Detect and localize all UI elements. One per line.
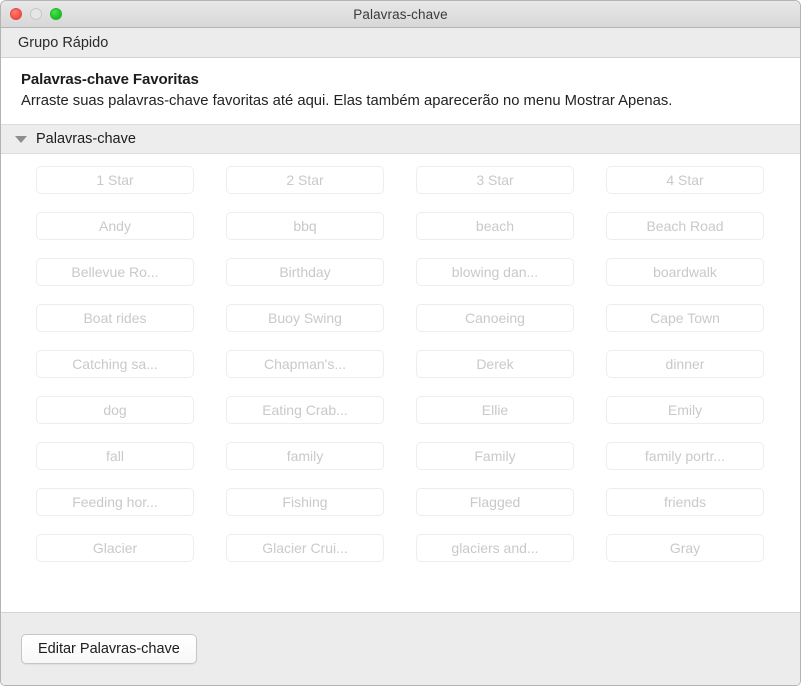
keyword-chip[interactable]: bbq [226,212,384,240]
keyword-chip[interactable]: family [226,442,384,470]
keyword-chip[interactable]: Canoeing [416,304,574,332]
close-button-icon[interactable] [10,8,22,20]
favorites-description: Arraste suas palavras-chave favoritas at… [21,93,673,109]
keyword-chip[interactable]: 2 Star [226,166,384,194]
quick-group-label[interactable]: Grupo Rápido [18,35,108,51]
keyword-chip[interactable]: Glacier [36,534,194,562]
keyword-chip[interactable]: Andy [36,212,194,240]
keyword-chip[interactable]: Cape Town [606,304,764,332]
keyword-chip[interactable]: Feeding hor... [36,488,194,516]
quick-group-toolbar: Grupo Rápido [1,28,800,58]
keywords-section-header[interactable]: Palavras-chave [1,124,800,154]
zoom-button-icon[interactable] [50,8,62,20]
keyword-chip[interactable]: Boat rides [36,304,194,332]
window-title: Palavras-chave [353,6,448,22]
keyword-chip[interactable]: Derek [416,350,574,378]
keyword-chip[interactable]: 3 Star [416,166,574,194]
traffic-light-group [10,1,62,27]
keyword-chip[interactable]: Gray [606,534,764,562]
keywords-window: Palavras-chave Grupo Rápido Palavras-cha… [0,0,801,686]
keyword-chip[interactable]: family portr... [606,442,764,470]
keyword-chip[interactable]: Catching sa... [36,350,194,378]
favorites-info-panel: Palavras-chave Favoritas Arraste suas pa… [1,58,800,124]
keyword-chip[interactable]: Buoy Swing [226,304,384,332]
keyword-chip[interactable]: Fishing [226,488,384,516]
title-bar: Palavras-chave [1,1,800,28]
keyword-chip[interactable]: boardwalk [606,258,764,286]
keyword-chip[interactable]: 1 Star [36,166,194,194]
keyword-chip[interactable]: Bellevue Ro... [36,258,194,286]
keyword-chip[interactable]: Eating Crab... [226,396,384,424]
keyword-chip[interactable]: Glacier Crui... [226,534,384,562]
keyword-chip[interactable]: Family [416,442,574,470]
edit-keywords-button[interactable]: Editar Palavras-chave [21,634,197,664]
keyword-chip[interactable]: fall [36,442,194,470]
window-footer: Editar Palavras-chave [1,612,800,685]
keywords-grid: 1 Star 2 Star 3 Star 4 Star Andy bbq beach Beac… [1,166,800,562]
keyword-chip[interactable]: Beach Road [606,212,764,240]
keyword-chip[interactable]: Ellie [416,396,574,424]
keyword-chip[interactable]: Flagged [416,488,574,516]
keywords-grid-area: 1 Star 2 Star 3 Star 4 Star Andy bbq beach Beac… [1,154,800,612]
keyword-chip[interactable]: dinner [606,350,764,378]
minimize-button-icon[interactable] [30,8,42,20]
keyword-chip[interactable]: Emily [606,396,764,424]
keyword-chip[interactable]: beach [416,212,574,240]
keyword-chip[interactable]: dog [36,396,194,424]
keyword-chip[interactable]: friends [606,488,764,516]
keyword-chip[interactable]: Chapman's... [226,350,384,378]
chevron-down-icon[interactable] [15,135,27,143]
favorites-heading: Palavras-chave Favoritas [21,71,199,88]
keyword-chip[interactable]: glaciers and... [416,534,574,562]
keyword-chip[interactable]: 4 Star [606,166,764,194]
keyword-chip[interactable]: blowing dan... [416,258,574,286]
keyword-chip[interactable]: Birthday [226,258,384,286]
keywords-section-title: Palavras-chave [36,131,136,147]
